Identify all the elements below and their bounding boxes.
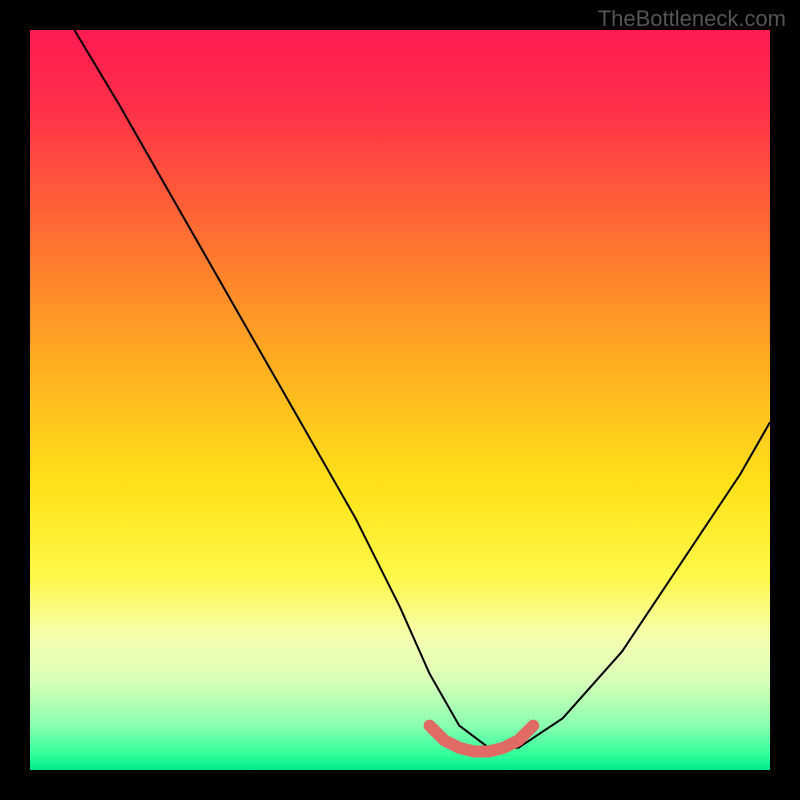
watermark-text: TheBottleneck.com bbox=[598, 6, 786, 32]
chart-plot-area bbox=[30, 30, 770, 770]
chart-svg bbox=[30, 30, 770, 770]
black-curve bbox=[74, 30, 770, 748]
